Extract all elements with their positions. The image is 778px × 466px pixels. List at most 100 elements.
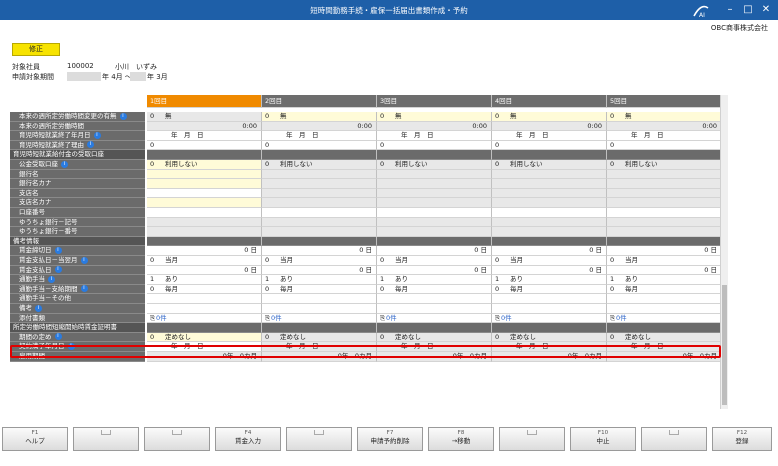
- grid-cell[interactable]: [492, 169, 607, 180]
- grid-cell[interactable]: [262, 169, 377, 180]
- grid-cell[interactable]: 0 定めなし: [492, 332, 607, 343]
- grid-cell[interactable]: [262, 227, 377, 237]
- grid-cell[interactable]: 1 あり: [607, 275, 722, 285]
- fkey-empty-button[interactable]: [499, 427, 565, 451]
- grid-cell[interactable]: [492, 294, 607, 304]
- grid-cell[interactable]: 0無: [377, 112, 492, 122]
- grid-cell[interactable]: 0 日: [377, 246, 492, 256]
- grid-cell[interactable]: 0 日: [262, 246, 377, 256]
- grid-cell[interactable]: 0無: [492, 112, 607, 122]
- grid-cell[interactable]: [607, 304, 722, 314]
- grid-cell[interactable]: 0 毎月: [377, 284, 492, 295]
- grid-cell[interactable]: 0 当月: [377, 256, 492, 266]
- attachment-count-link[interactable]: 0件: [156, 314, 167, 323]
- grid-cell[interactable]: [377, 208, 492, 218]
- grid-cell[interactable]: 1 あり: [262, 275, 377, 285]
- column-tab-5[interactable]: 5回目: [607, 95, 722, 108]
- grid-cell[interactable]: [377, 188, 492, 199]
- grid-cell[interactable]: 0 毎月: [492, 284, 607, 295]
- grid-cell[interactable]: 0: [262, 140, 377, 151]
- fkey-f8-button[interactable]: F8 →移動: [428, 427, 494, 451]
- grid-cell[interactable]: 0: [607, 140, 722, 151]
- grid-cell[interactable]: 0 当月: [492, 256, 607, 266]
- grid-cell[interactable]: [607, 294, 722, 304]
- grid-cell[interactable]: 0無: [262, 112, 377, 122]
- column-tab-1[interactable]: 1回目: [147, 95, 262, 108]
- grid-cell[interactable]: [607, 227, 722, 237]
- grid-cell[interactable]: 0 利用しない: [147, 160, 262, 170]
- info-icon[interactable]: i: [67, 342, 75, 350]
- grid-cell[interactable]: [262, 304, 377, 314]
- grid-cell[interactable]: 0無: [607, 112, 722, 122]
- grid-cell[interactable]: 0 日: [607, 246, 722, 256]
- grid-cell[interactable]: 0: [147, 140, 262, 151]
- grid-cell[interactable]: [147, 217, 262, 228]
- grid-cell[interactable]: 0 当月: [607, 256, 722, 266]
- info-icon[interactable]: i: [35, 304, 42, 312]
- grid-cell[interactable]: 0無: [147, 112, 262, 122]
- grid-cell[interactable]: 0 利用しない: [607, 160, 722, 170]
- grid-cell[interactable]: [607, 188, 722, 199]
- grid-cell[interactable]: [377, 169, 492, 180]
- grid-cell[interactable]: [147, 208, 262, 218]
- info-icon[interactable]: i: [54, 246, 62, 254]
- grid-cell[interactable]: 0:00: [607, 121, 722, 132]
- grid-cell[interactable]: 0年 0カ月: [607, 352, 722, 362]
- grid-cell[interactable]: 0: [492, 140, 607, 151]
- grid-cell[interactable]: 0 当月: [147, 256, 262, 266]
- grid-cell[interactable]: 0 定めなし: [607, 332, 722, 343]
- grid-cell[interactable]: 年 月 日: [147, 131, 262, 141]
- grid-cell[interactable]: [377, 198, 492, 208]
- fkey-empty-button[interactable]: [73, 427, 139, 451]
- grid-cell[interactable]: 0年 0カ月: [147, 352, 262, 362]
- grid-cell[interactable]: 年 月 日: [492, 131, 607, 141]
- grid-cell[interactable]: 0 毎月: [607, 284, 722, 295]
- grid-cell[interactable]: [262, 198, 377, 208]
- grid-cell[interactable]: ⎘ 0件: [607, 313, 722, 324]
- fkey-f1-button[interactable]: F1 ヘルプ: [2, 427, 68, 451]
- grid-cell[interactable]: [607, 169, 722, 180]
- grid-cell[interactable]: [492, 198, 607, 208]
- grid-cell[interactable]: [147, 294, 262, 304]
- grid-cell[interactable]: [262, 208, 377, 218]
- info-icon[interactable]: i: [80, 256, 88, 264]
- grid-cell[interactable]: [377, 294, 492, 304]
- grid-cell[interactable]: [607, 208, 722, 218]
- info-icon[interactable]: i: [54, 266, 62, 274]
- fkey-f7-button[interactable]: F7 申請予約削除: [357, 427, 423, 451]
- grid-cell[interactable]: 0 定めなし: [377, 332, 492, 343]
- maximize-icon[interactable]: □: [740, 2, 756, 18]
- grid-cell[interactable]: 0 利用しない: [262, 160, 377, 170]
- grid-cell[interactable]: 0:00: [377, 121, 492, 132]
- grid-cell[interactable]: 年 月 日: [262, 342, 377, 352]
- scrollbar-thumb[interactable]: [722, 285, 727, 405]
- grid-cell[interactable]: 0:00: [147, 121, 262, 132]
- grid-cell[interactable]: [492, 188, 607, 199]
- grid-cell[interactable]: ⎘ 0件: [147, 313, 262, 324]
- fkey-f10-button[interactable]: F10 中止: [570, 427, 636, 451]
- grid-cell[interactable]: 0 定めなし: [147, 332, 262, 343]
- grid-cell[interactable]: 0 定めなし: [262, 332, 377, 343]
- minimize-icon[interactable]: –: [722, 2, 738, 18]
- grid-cell[interactable]: 0年 0カ月: [377, 352, 492, 362]
- grid-cell[interactable]: 0: [377, 140, 492, 151]
- grid-cell[interactable]: 年 月 日: [377, 342, 492, 352]
- column-tab-3[interactable]: 3回目: [377, 95, 492, 108]
- grid-cell[interactable]: 0年 0カ月: [492, 352, 607, 362]
- grid-cell[interactable]: [607, 198, 722, 208]
- grid-cell[interactable]: [262, 188, 377, 199]
- grid-cell[interactable]: [492, 304, 607, 314]
- grid-cell[interactable]: [377, 304, 492, 314]
- fkey-f4-button[interactable]: F4 賃金入力: [215, 427, 281, 451]
- grid-cell[interactable]: 0年 0カ月: [262, 352, 377, 362]
- grid-cell[interactable]: ⎘ 0件: [492, 313, 607, 324]
- grid-cell[interactable]: [492, 179, 607, 189]
- grid-cell[interactable]: [377, 179, 492, 189]
- grid-cell[interactable]: 0 日: [377, 265, 492, 276]
- vertical-scrollbar[interactable]: [720, 95, 728, 409]
- fkey-empty-button[interactable]: [286, 427, 352, 451]
- grid-cell[interactable]: [147, 304, 262, 314]
- info-icon[interactable]: i: [48, 275, 55, 283]
- grid-cell[interactable]: [492, 217, 607, 228]
- grid-cell[interactable]: [147, 198, 262, 208]
